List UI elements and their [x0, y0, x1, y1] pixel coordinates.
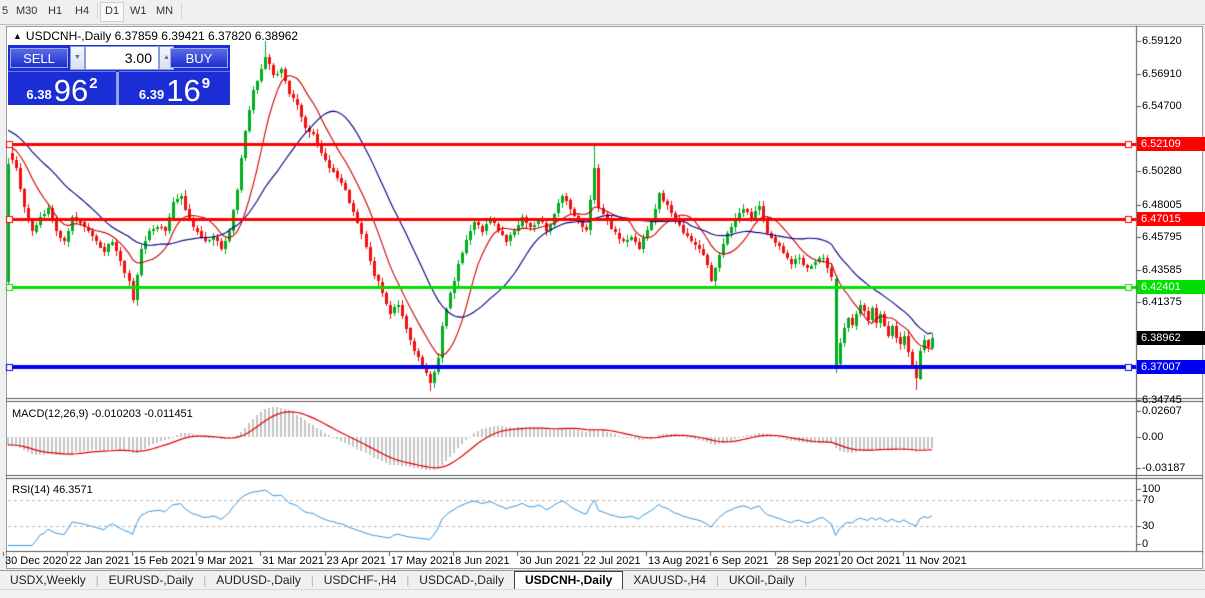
volume-input[interactable] [85, 46, 159, 70]
chart-tab-ukoil-daily[interactable]: UKOil-,Daily [719, 572, 804, 589]
volume-decrease-button[interactable]: ▼ [70, 46, 85, 70]
buy-price[interactable]: 6.39 16 9 [119, 71, 230, 106]
price-level-tag[interactable]: 6.47015 [1137, 212, 1205, 226]
buy-button[interactable]: BUY [170, 48, 228, 68]
rsi-axis-label: 0 [1142, 538, 1148, 550]
macd-axis-label: 0.00 [1142, 431, 1163, 443]
macd-axis-label: -0.03187 [1142, 462, 1185, 474]
date-axis-label: 8 Jun 2021 [455, 555, 509, 567]
sell-price[interactable]: 6.38 96 2 [8, 71, 116, 106]
date-axis-label: 20 Oct 2021 [841, 555, 901, 567]
date-axis-label: 17 May 2021 [391, 555, 455, 567]
date-axis-label: 22 Jul 2021 [584, 555, 641, 567]
one-click-trading-panel: SELL ▼ ▲ BUY 6.38 96 2 6.39 16 9 [8, 45, 230, 105]
timeframe-toolbar: 5 M30 H1 H4 D1 W1 MN [0, 0, 1205, 25]
price-level-tag[interactable]: 6.52109 [1137, 137, 1205, 151]
timeframe-h1[interactable]: H1 [44, 2, 66, 20]
sell-button[interactable]: SELL [10, 48, 68, 68]
chart-tab-audusd-daily[interactable]: AUDUSD-,Daily [206, 572, 311, 589]
price-level-tag[interactable]: 6.42401 [1137, 280, 1205, 294]
rsi-axis-label: 30 [1142, 520, 1154, 532]
timeframe-w1[interactable]: W1 [126, 2, 151, 20]
rsi-axis-label: 70 [1142, 494, 1154, 506]
price-axis-tick-label: 6.41375 [1142, 296, 1182, 308]
chart-tab-usdcnh-daily[interactable]: USDCNH-,Daily [514, 571, 623, 589]
chart-tab-usdcad-daily[interactable]: USDCAD-,Daily [409, 572, 514, 589]
chart-tab-usdx-weekly[interactable]: USDX,Weekly [0, 572, 96, 589]
chart-tab-eurusd-daily[interactable]: EURUSD-,Daily [99, 572, 204, 589]
chart-tab-bar: USDX,Weekly|EURUSD-,Daily|AUDUSD-,Daily|… [0, 570, 1205, 589]
price-axis-tick-label: 6.45795 [1142, 231, 1182, 243]
price-axis-tick-label: 6.48005 [1142, 199, 1182, 211]
toolbar-separator [97, 3, 98, 19]
price-level-tag[interactable]: 6.37007 [1137, 360, 1205, 374]
date-axis-label: 30 Dec 2020 [5, 555, 67, 567]
sell-price-small: 6.38 [26, 87, 51, 102]
chart-title: ▲ USDCNH-,Daily 6.37859 6.39421 6.37820 6… [13, 29, 298, 43]
sell-price-big: 96 [54, 76, 88, 106]
timeframe-m5[interactable]: 5 [0, 2, 12, 20]
price-axis-tick-label: 6.56910 [1142, 68, 1182, 80]
buy-price-superscript: 9 [202, 75, 210, 92]
status-strip [0, 589, 1205, 598]
date-axis-label: 13 Aug 2021 [648, 555, 710, 567]
sell-price-superscript: 2 [89, 75, 97, 92]
date-axis-label: 28 Sep 2021 [777, 555, 839, 567]
macd-label: MACD(12,26,9) -0.010203 -0.011451 [12, 408, 193, 420]
price-axis-tick-label: 6.59120 [1142, 35, 1182, 47]
date-axis-label: 15 Feb 2021 [134, 555, 196, 567]
chart-tab-usdchf-h4[interactable]: USDCHF-,H4 [314, 572, 407, 589]
chart-shift-icon: ▲ [13, 31, 22, 41]
buy-price-small: 6.39 [139, 87, 164, 102]
price-axis-tick-label: 6.50280 [1142, 165, 1182, 177]
chart-tab-xauusd-h4[interactable]: XAUUSD-,H4 [623, 572, 716, 589]
bid-price-tag: 6.38962 [1137, 331, 1205, 345]
date-axis-label: 11 Nov 2021 [905, 555, 967, 567]
macd-axis-label: 0.02607 [1142, 405, 1182, 417]
date-axis-label: 22 Jan 2021 [69, 555, 130, 567]
rsi-label: RSI(14) 46.3571 [12, 484, 93, 496]
buy-price-big: 16 [166, 76, 200, 106]
price-axis-tick-label: 6.54700 [1142, 100, 1182, 112]
timeframe-m30[interactable]: M30 [12, 2, 41, 20]
date-axis-label: 30 Jun 2021 [519, 555, 580, 567]
price-axis-tick-label: 6.43585 [1142, 264, 1182, 276]
chevron-up-icon: ▲ [163, 54, 170, 61]
tab-separator: | [804, 575, 807, 589]
chevron-down-icon: ▼ [74, 54, 81, 61]
timeframe-d1[interactable]: D1 [100, 2, 124, 22]
date-axis-label: 31 Mar 2021 [262, 555, 324, 567]
date-axis-label: 6 Sep 2021 [712, 555, 768, 567]
date-axis-label: 9 Mar 2021 [198, 555, 254, 567]
timeframe-mn[interactable]: MN [152, 2, 177, 20]
chart-title-text: USDCNH-,Daily 6.37859 6.39421 6.37820 6.… [26, 29, 298, 43]
date-axis-label: 23 Apr 2021 [327, 555, 386, 567]
toolbar-separator [181, 3, 182, 19]
timeframe-h4[interactable]: H4 [71, 2, 93, 20]
